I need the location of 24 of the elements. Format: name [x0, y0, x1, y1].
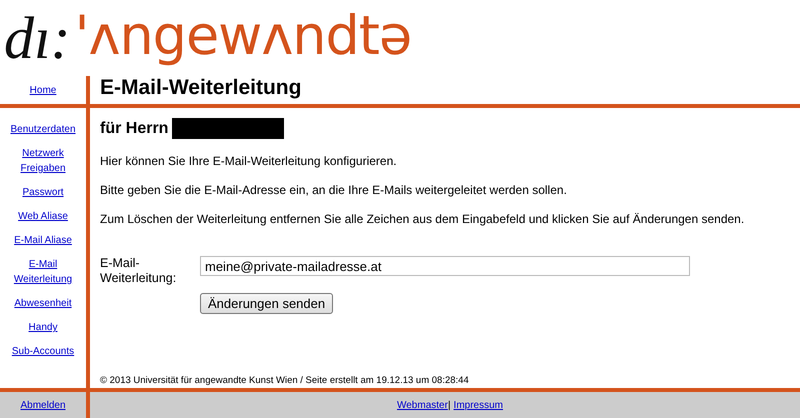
email-input-field[interactable]: meine@private-mailadresse.at	[200, 256, 690, 276]
page-title: E-Mail-Weiterleitung	[100, 76, 302, 100]
submit-button[interactable]: Änderungen senden	[200, 293, 334, 314]
sidebar-link[interactable]: Netzwerk Freigaben	[5, 146, 81, 176]
sidebar-link[interactable]: E-Mail Weiterleitung	[5, 257, 81, 287]
sidebar-link[interactable]: Benutzerdaten	[5, 122, 81, 137]
sidebar-link[interactable]: E-Mail Aliase	[5, 233, 81, 248]
sidebar-link[interactable]: Sub-Accounts	[5, 344, 81, 359]
field-label: E-Mail-Weiterleitung:	[100, 256, 178, 287]
logo-prefix: dı:	[4, 4, 71, 73]
paragraph: Hier können Sie Ihre E-Mail-Weiterleitung konfigurieren.	[100, 154, 398, 168]
link-separator: |	[448, 400, 451, 410]
greeting: für Herrn	[100, 120, 168, 138]
sidebar-link[interactable]: Abwesenheit	[5, 296, 81, 311]
paragraph: Bitte geben Sie die E-Mail-Adresse ein, an die Ihre E-Mails weitergeleitet werden sollen.	[100, 183, 568, 197]
sidebar-link[interactable]: Passwort	[5, 185, 81, 200]
sidebar-link[interactable]: Web Aliase	[5, 209, 81, 224]
footer-link[interactable]: Webmaster	[396, 400, 448, 410]
home-link[interactable]: Home	[30, 84, 56, 96]
paragraph: Zum Löschen der Weiterleitung entfernen Sie alle Zeichen aus dem Eingabefeld und klicken Sie auf Änderungen senden.	[100, 212, 746, 226]
footer-link[interactable]: Impressum	[454, 400, 503, 410]
sidebar-link[interactable]: Handy	[5, 320, 81, 335]
logo-wordmark: 'ʌngewʌndtə	[74, 3, 412, 69]
copyright-text: © 2013 Universität für angewandte Kunst Wien / Seite erstellt am 19.12.13 um 08:28:44	[100, 375, 470, 388]
